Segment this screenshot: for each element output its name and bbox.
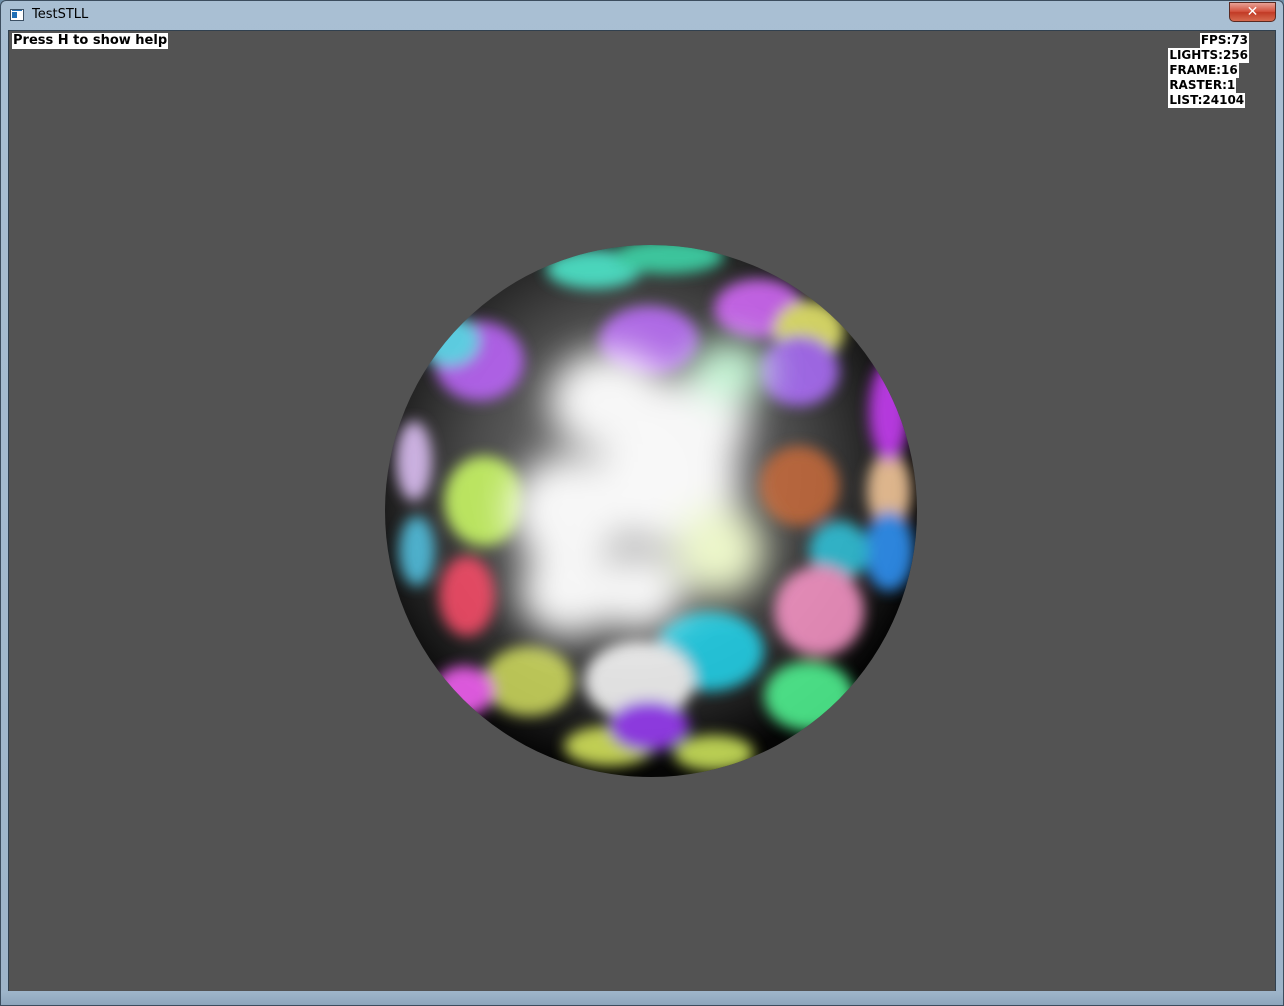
window-title: TestSTLL <box>32 7 89 22</box>
fps-stat: FPS:73 <box>1199 33 1249 48</box>
title-bar[interactable]: TestSTLL ✕ <box>1 1 1283 30</box>
frame-stat: FRAME:16 <box>1168 63 1239 78</box>
window-bottom-border <box>1 991 1283 1005</box>
render-viewport[interactable]: Press H to show help FPS:73 LIGHTS:256 F… <box>8 30 1276 992</box>
lights-stat: LIGHTS:256 <box>1168 48 1249 63</box>
help-hint: Press H to show help <box>12 33 169 49</box>
scene-canvas <box>385 245 917 777</box>
close-button[interactable]: ✕ <box>1229 2 1276 22</box>
close-icon: ✕ <box>1246 4 1259 20</box>
app-window: TestSTLL ✕ Press H to show help FPS:73 L… <box>0 0 1284 1006</box>
raster-stat: RASTER:1 <box>1168 78 1237 93</box>
lit-sphere <box>385 245 917 777</box>
app-window-icon <box>10 9 24 21</box>
stats-overlay: FPS:73 LIGHTS:256 FRAME:16 RASTER:1 LIST… <box>1168 33 1249 108</box>
list-stat: LIST:24104 <box>1168 93 1246 108</box>
